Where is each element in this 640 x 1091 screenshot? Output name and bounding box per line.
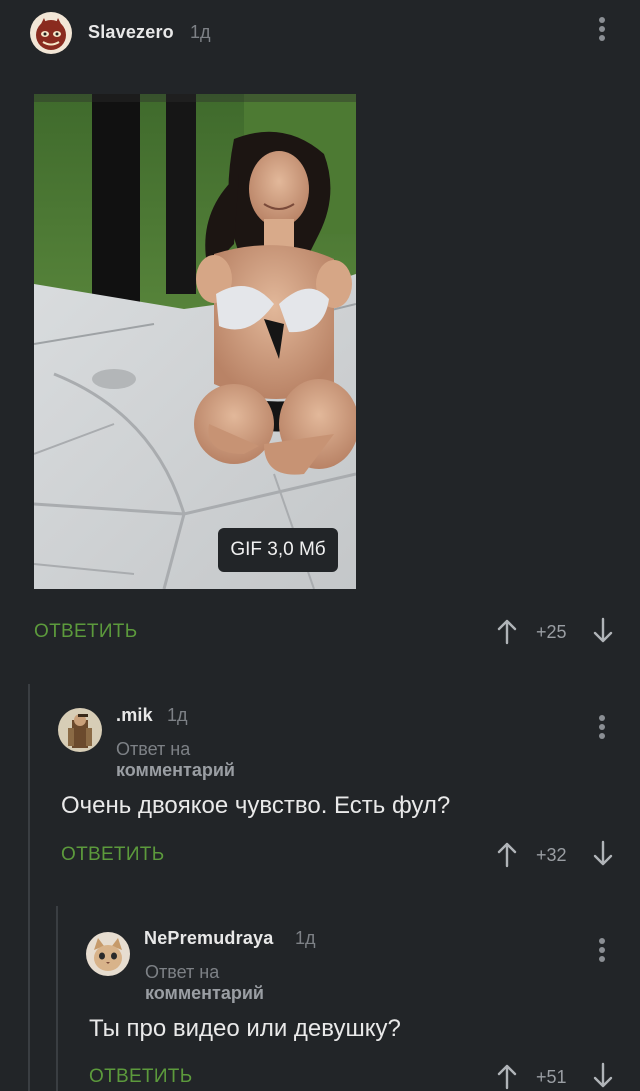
username[interactable]: Slavezero bbox=[88, 22, 174, 43]
avatar[interactable] bbox=[58, 708, 102, 752]
arrow-down-icon[interactable] bbox=[592, 840, 614, 868]
timestamp: 1д bbox=[167, 705, 188, 725]
kebab-menu-icon[interactable] bbox=[597, 17, 607, 47]
kebab-menu-icon[interactable] bbox=[597, 938, 607, 968]
arrow-down-icon[interactable] bbox=[592, 617, 614, 645]
reply-to-prefix: Ответ на bbox=[116, 739, 191, 759]
comment-text: Ты про видео или девушку? bbox=[89, 1015, 401, 1042]
username[interactable]: NePremudraya bbox=[144, 928, 273, 949]
timestamp: 1д bbox=[295, 928, 316, 948]
vote-count: +32 bbox=[536, 845, 567, 865]
gif-image bbox=[34, 94, 356, 589]
arrow-down-icon[interactable] bbox=[592, 1062, 614, 1090]
comment-text: Очень двоякое чувство. Есть фул? bbox=[61, 792, 451, 819]
reply-to-link[interactable]: комментарий bbox=[145, 983, 264, 1003]
reply-to-info[interactable]: Ответ на комментарий bbox=[116, 739, 235, 781]
username[interactable]: .mik bbox=[116, 705, 153, 726]
vote-count: +51 bbox=[536, 1067, 567, 1087]
arrow-up-icon[interactable] bbox=[496, 840, 518, 868]
reply-to-info[interactable]: Ответ на комментарий bbox=[145, 962, 264, 1004]
avatar[interactable] bbox=[86, 932, 130, 976]
timestamp: 1д bbox=[190, 22, 211, 42]
gif-preview[interactable]: GIF 3,0 Мб bbox=[34, 94, 356, 589]
thread-line[interactable] bbox=[56, 906, 58, 1091]
reply-button[interactable]: ОТВЕТИТЬ bbox=[89, 1066, 192, 1088]
reply-button[interactable]: ОТВЕТИТЬ bbox=[61, 844, 164, 866]
gif-size-badge[interactable]: GIF 3,0 Мб bbox=[218, 528, 338, 572]
reply-button[interactable]: ОТВЕТИТЬ bbox=[34, 621, 137, 643]
reply-to-prefix: Ответ на bbox=[145, 962, 220, 982]
kebab-menu-icon[interactable] bbox=[597, 715, 607, 745]
reply-to-link[interactable]: комментарий bbox=[116, 760, 235, 780]
arrow-up-icon[interactable] bbox=[496, 617, 518, 645]
vote-count: +25 bbox=[536, 622, 567, 642]
thread-line[interactable] bbox=[28, 684, 30, 1091]
arrow-up-icon[interactable] bbox=[496, 1062, 518, 1090]
avatar[interactable] bbox=[30, 12, 72, 54]
